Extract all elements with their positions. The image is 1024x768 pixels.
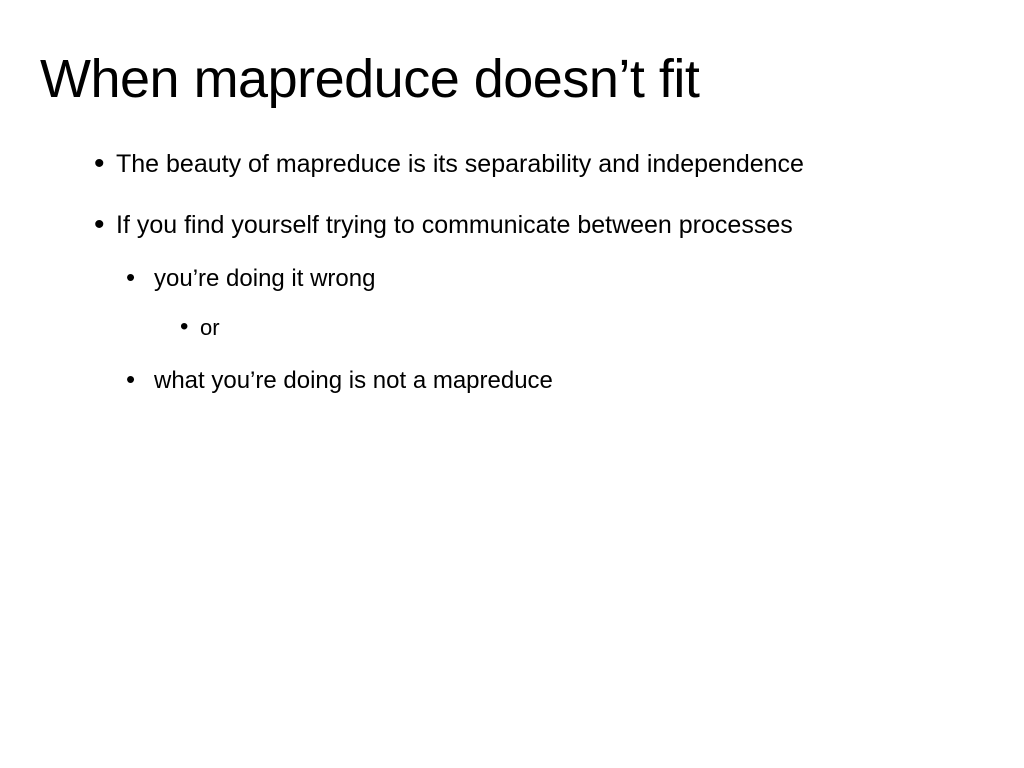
sub-bullet-list: you’re doing it wrong or what you’re doi… [116,263,984,396]
sub-sub-bullet-1: or [178,314,984,343]
sub-sub-bullet-list: or [154,314,984,343]
sub-bullet-text-2: what you’re doing is not a mapreduce [154,367,553,394]
slide-title: When mapreduce doesn’t fit [40,48,984,110]
sub-bullet-text-1: you’re doing it wrong [154,265,375,292]
bullet-text-1: The beauty of mapreduce is its separabil… [116,150,804,178]
sub-sub-bullet-text-1: or [200,315,220,340]
bullet-item-1: The beauty of mapreduce is its separabil… [88,148,984,181]
sub-bullet-1: you’re doing it wrong or [116,263,984,343]
bullet-text-2: If you find yourself trying to communica… [116,211,793,239]
bullet-item-2: If you find yourself trying to communica… [88,209,984,396]
sub-bullet-2: what you’re doing is not a mapreduce [116,365,984,396]
main-bullet-list: The beauty of mapreduce is its separabil… [88,148,984,396]
